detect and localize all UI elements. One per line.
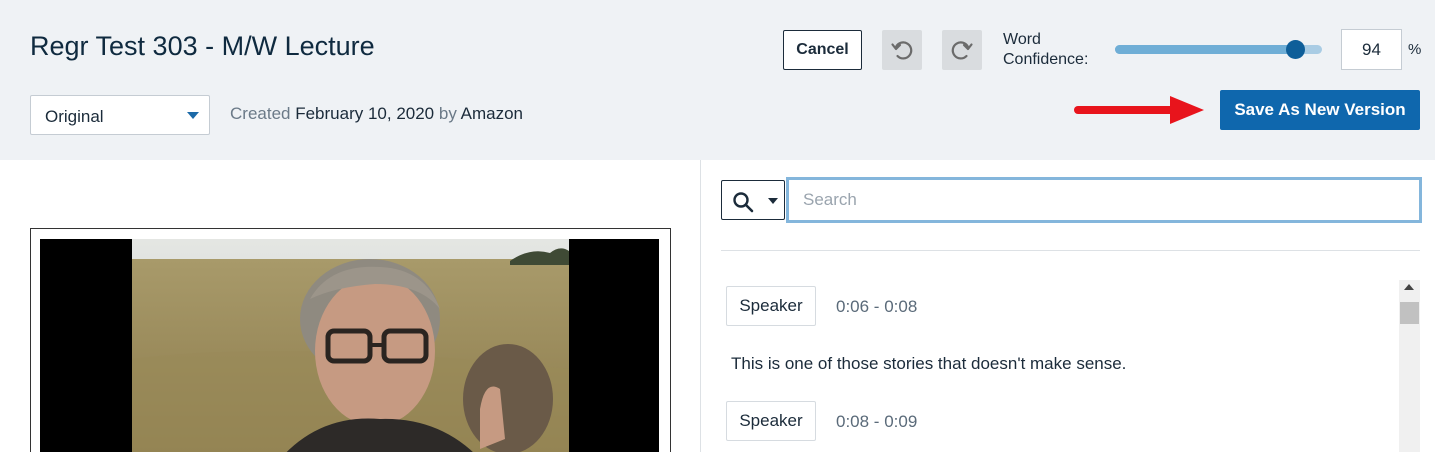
word-confidence-slider[interactable] bbox=[1115, 40, 1322, 59]
redo-button[interactable] bbox=[942, 30, 982, 70]
scroll-up-arrow-icon[interactable] bbox=[1404, 284, 1414, 290]
transcript-scrollbar[interactable] bbox=[1399, 280, 1420, 452]
created-by-word: by bbox=[438, 104, 457, 123]
created-date: February 10, 2020 bbox=[295, 104, 435, 123]
video-frame-image bbox=[40, 239, 659, 452]
word-confidence-input[interactable] bbox=[1341, 29, 1402, 70]
slider-fill bbox=[1115, 45, 1295, 54]
video-player[interactable] bbox=[40, 239, 659, 452]
segment-timecode[interactable]: 0:08 - 0:09 bbox=[836, 412, 917, 432]
search-divider bbox=[721, 250, 1420, 251]
scrollbar-thumb[interactable] bbox=[1400, 302, 1419, 324]
percent-unit: % bbox=[1408, 41, 1422, 58]
segment-timecode[interactable]: 0:06 - 0:08 bbox=[836, 297, 917, 317]
search-icon bbox=[733, 192, 754, 213]
arrow-right-icon bbox=[1074, 96, 1204, 124]
editor-header: Regr Test 303 - M/W Lecture Original Cre… bbox=[0, 0, 1435, 160]
search-input[interactable] bbox=[786, 177, 1422, 223]
save-as-new-version-button[interactable]: Save As New Version bbox=[1220, 90, 1420, 130]
redo-icon bbox=[951, 41, 973, 60]
undo-button[interactable] bbox=[882, 30, 922, 70]
created-author: Amazon bbox=[460, 104, 524, 123]
slider-handle[interactable] bbox=[1286, 40, 1305, 59]
version-select-value: Original bbox=[45, 107, 104, 126]
speaker-button[interactable]: Speaker bbox=[726, 286, 816, 326]
version-select[interactable]: Original bbox=[30, 95, 210, 135]
cancel-button[interactable]: Cancel bbox=[783, 30, 862, 70]
chevron-down-icon bbox=[768, 198, 778, 204]
created-info: Created February 10, 2020 by Amazon bbox=[230, 104, 523, 124]
undo-icon bbox=[891, 41, 913, 60]
word-confidence-label: Word Confidence: bbox=[1003, 31, 1089, 68]
search-type-dropdown[interactable] bbox=[721, 180, 785, 220]
page-title: Regr Test 303 - M/W Lecture bbox=[30, 31, 375, 61]
segment-text[interactable]: This is one of those stories that doesn'… bbox=[731, 354, 1126, 374]
speaker-button[interactable]: Speaker bbox=[726, 401, 816, 441]
created-prefix: Created bbox=[230, 104, 291, 123]
chevron-down-icon bbox=[187, 112, 199, 119]
